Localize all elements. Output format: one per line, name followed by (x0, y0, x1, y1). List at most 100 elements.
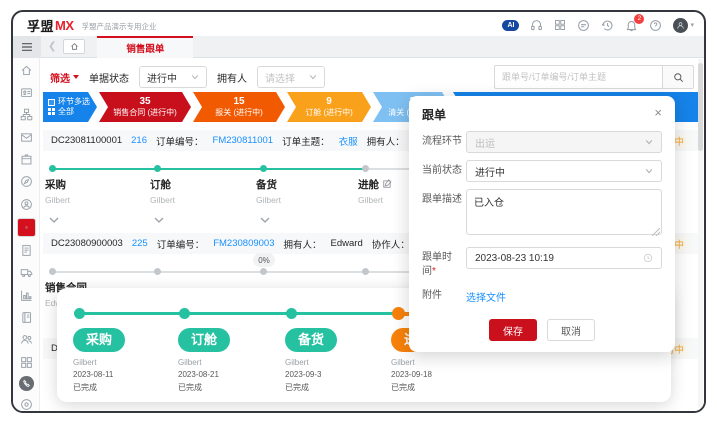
doc-number: DC23080900003 (51, 238, 123, 249)
org-structure-icon[interactable] (18, 107, 35, 123)
stage-person: Gilbert (256, 195, 356, 205)
avatar (673, 18, 688, 33)
chevron-down-icon (309, 73, 317, 81)
description-label: 跟单描述 (422, 189, 466, 240)
process-stage-select: 出运 (466, 131, 662, 153)
chevron-down-icon (191, 73, 199, 81)
doc-number: DC23081100001 (51, 135, 122, 146)
search-icon (673, 72, 684, 83)
progress-bubble: 0% (253, 253, 275, 267)
search-button[interactable] (662, 65, 694, 89)
apps-grid-icon[interactable] (554, 19, 566, 31)
collab-label: 协作人： (372, 237, 410, 251)
description-textarea[interactable]: 已入仓 (466, 189, 662, 235)
header-icons: AI 2 ▾ (502, 18, 694, 33)
stage-pill-booking[interactable]: 订舱 (178, 328, 230, 352)
stage-name: 订舱 (150, 177, 250, 192)
notification-bell-icon[interactable]: 2 (625, 19, 638, 32)
stage-person: Gilbert (150, 195, 250, 205)
compass-icon[interactable] (18, 174, 35, 190)
pipeline-segment-booking[interactable]: 9 订舱 (进行中) (287, 92, 371, 122)
owner-label: 拥有人： (284, 237, 322, 251)
back-arrow-icon[interactable]: ❮ (48, 41, 56, 52)
stage-dot (286, 308, 297, 319)
vertical-scrollbar (698, 59, 703, 408)
mail-icon[interactable] (18, 129, 35, 145)
tab-sales-tracking[interactable]: 销售跟单 (97, 36, 193, 58)
settings-target-icon[interactable] (18, 397, 35, 413)
stage-detail: Gilbert 2023-09-18 已完成 (391, 357, 495, 395)
stage-dot (179, 308, 190, 319)
order-no-link[interactable]: FM230809003 (213, 238, 274, 249)
close-icon[interactable]: × (654, 106, 662, 119)
menu-toggle-icon[interactable] (13, 36, 41, 58)
stage-pill-stocking[interactable]: 备货 (285, 328, 337, 352)
notebook-icon[interactable] (18, 309, 35, 325)
logistics-icon[interactable] (18, 265, 35, 281)
grid-icon (48, 108, 55, 115)
resize-grip-icon[interactable] (652, 228, 660, 236)
expand-stage-chevron[interactable] (49, 211, 59, 229)
owner-filter-select[interactable]: 请选择 (257, 66, 325, 88)
owner-filter-placeholder: 请选择 (265, 70, 295, 85)
customers-icon[interactable] (18, 332, 35, 348)
owner-value: Edward (331, 238, 363, 249)
current-status-select[interactable]: 进行中 (466, 160, 662, 182)
subject-link[interactable]: 衣服 (339, 134, 358, 148)
follow-up-modal: 跟单 × 流程环节 出运 当前状态 进行中 跟单描述 (409, 96, 675, 352)
multi-select-checkbox[interactable] (48, 99, 55, 106)
follow-up-time-input[interactable]: 2023-08-23 10:19 (466, 247, 662, 269)
user-avatar[interactable]: ▾ (673, 18, 694, 33)
contacts-icon[interactable] (18, 84, 35, 100)
order-no-link[interactable]: FM230811001 (213, 135, 274, 146)
search-bar (494, 65, 694, 89)
message-icon[interactable] (577, 19, 590, 32)
expand-stage-chevron[interactable] (260, 211, 270, 229)
headset-icon[interactable] (530, 19, 543, 32)
phone-support-icon[interactable] (19, 376, 34, 390)
help-icon[interactable] (649, 19, 662, 32)
days-count[interactable]: 216 (131, 135, 147, 146)
expand-stage-chevron[interactable] (154, 211, 164, 229)
stage-dot (362, 268, 369, 275)
cancel-button[interactable]: 取消 (547, 319, 595, 341)
filter-toggle[interactable]: 筛选 (50, 70, 79, 85)
stage-pill-procurement[interactable]: 采购 (73, 328, 125, 352)
history-icon[interactable] (601, 19, 614, 32)
stage-dot (154, 165, 161, 172)
stage-person: Gilbert (45, 195, 145, 205)
stage-name: 备货 (256, 177, 356, 192)
choose-file-link[interactable]: 选择文件 (466, 285, 506, 304)
stage-name: 采购 (45, 177, 145, 192)
pipeline-segment-sales-contract[interactable]: 35 销售合同 (进行中) (99, 92, 191, 122)
ai-assistant-icon[interactable]: AI (502, 20, 519, 31)
modal-title: 跟单 (422, 106, 446, 123)
pipeline-segment-all[interactable]: 环节多选 全部 (43, 92, 97, 122)
products-icon[interactable] (18, 151, 35, 167)
edit-icon[interactable] (383, 179, 392, 191)
app-window: 孚盟 MX 孚盟产品演示专用企业 AI 2 (11, 10, 706, 413)
pipeline-segment-customs[interactable]: 15 报关 (进行中) (193, 92, 285, 122)
filter-label: 筛选 (50, 70, 70, 85)
search-input[interactable] (494, 65, 662, 89)
order-no-label: 订单编号： (157, 237, 205, 251)
home-icon[interactable] (63, 39, 85, 54)
apps-icon[interactable] (18, 354, 35, 370)
stage-dot (49, 268, 56, 275)
documents-icon[interactable] (18, 243, 35, 259)
top-header: 孚盟 MX 孚盟产品演示专用企业 AI 2 (13, 12, 704, 36)
status-filter-select[interactable]: 进行中 (139, 66, 207, 88)
owner-label: 拥有人： (367, 134, 405, 148)
home-icon[interactable] (18, 62, 35, 78)
attachment-label: 附件 (422, 285, 466, 306)
chevron-down-icon (645, 167, 653, 175)
sidebar-item-sales-orders[interactable] (17, 218, 36, 236)
clock-icon (643, 253, 653, 263)
scrollbar-thumb[interactable] (698, 63, 703, 151)
days-count[interactable]: 225 (132, 238, 148, 249)
save-button[interactable]: 保存 (489, 319, 537, 341)
statistics-icon[interactable] (18, 287, 35, 303)
user-circle-icon[interactable] (18, 196, 35, 212)
owner-filter-label: 拥有人 (217, 70, 247, 85)
company-tagline: 孚盟产品演示专用企业 (82, 21, 157, 32)
